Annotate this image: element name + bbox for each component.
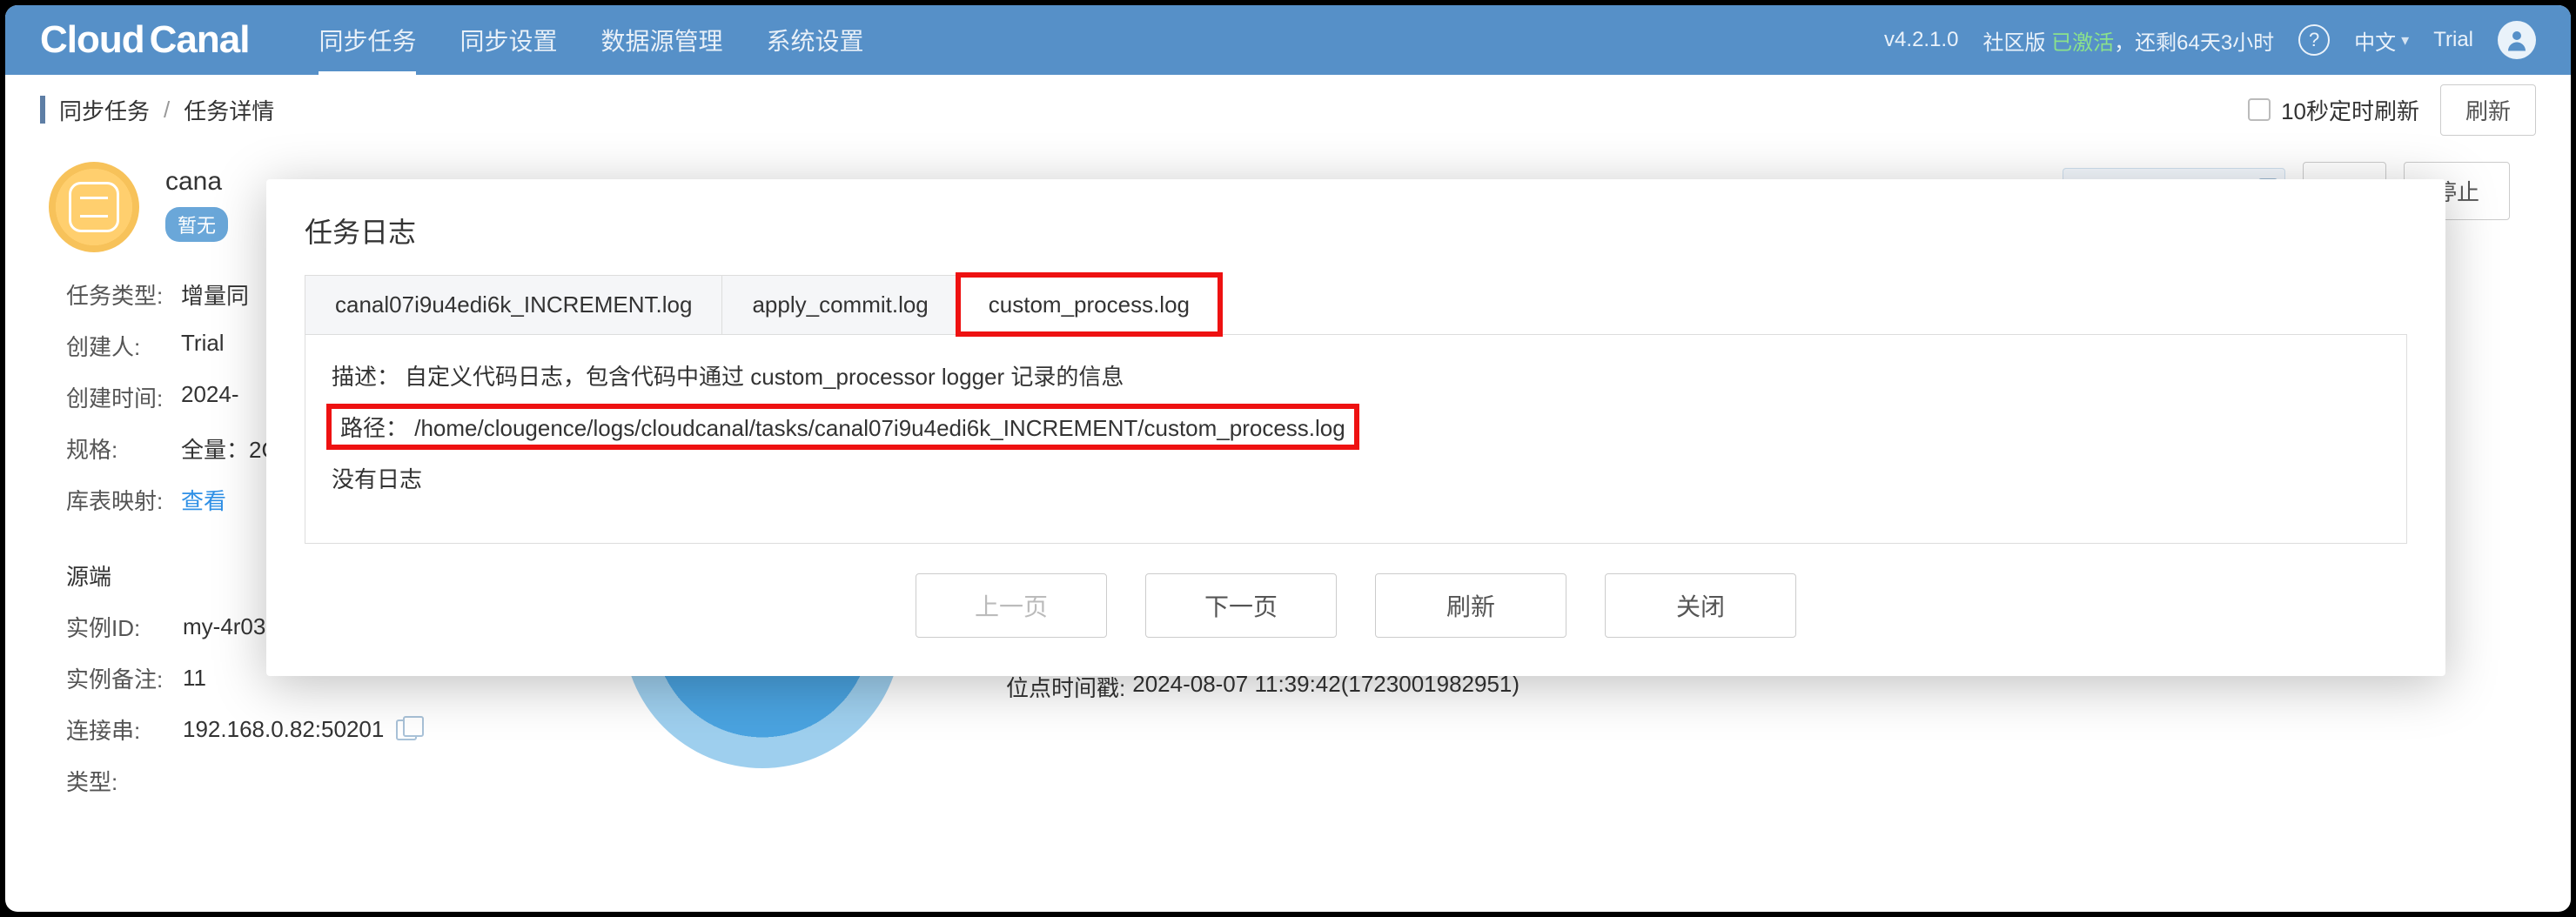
log-empty-text: 没有日志 [332, 462, 422, 494]
log-desc-label: 描述： [332, 359, 399, 392]
log-path-label: 路径： [340, 415, 408, 441]
next-page-button[interactable]: 下一页 [1145, 573, 1337, 638]
dialog-close-button[interactable]: 关闭 [1605, 573, 1796, 638]
task-log-dialog: 任务日志 canal07i9u4edi6k_INCREMENT.log appl… [266, 179, 2445, 676]
log-path-value: /home/clougence/logs/cloudcanal/tasks/ca… [414, 415, 1345, 441]
log-tab-increment[interactable]: canal07i9u4edi6k_INCREMENT.log [305, 275, 722, 334]
dialog-footer: 上一页 下一页 刷新 关闭 [266, 544, 2445, 676]
log-body: 描述： 自定义代码日志，包含代码中通过 custom_processor log… [305, 334, 2407, 544]
log-tab-apply-commit[interactable]: apply_commit.log [721, 275, 958, 334]
prev-page-button[interactable]: 上一页 [916, 573, 1107, 638]
log-tabs: canal07i9u4edi6k_INCREMENT.log apply_com… [305, 275, 2407, 334]
dialog-refresh-button[interactable]: 刷新 [1375, 573, 1566, 638]
dialog-title: 任务日志 [266, 179, 2445, 275]
log-desc-value: 自定义代码日志，包含代码中通过 custom_processor logger … [405, 359, 1124, 392]
log-tab-custom-process[interactable]: custom_process.log [958, 275, 1220, 334]
